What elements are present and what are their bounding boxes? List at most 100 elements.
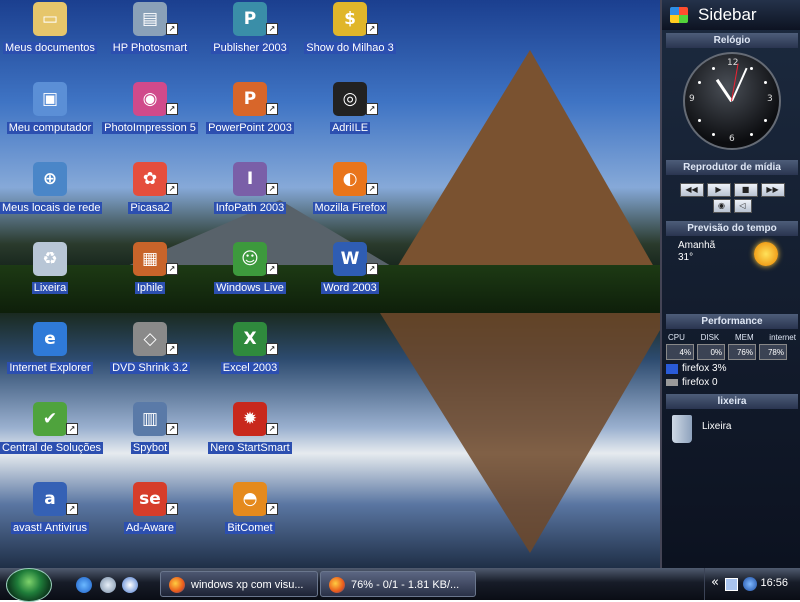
desktop-icon[interactable]: ▭ Meus documentos bbox=[0, 2, 100, 55]
desktop-icon[interactable]: ◇ ↗ DVD Shrink 3.2 bbox=[100, 322, 200, 375]
desktop-icon[interactable]: a ↗ avast! Antivirus bbox=[0, 482, 100, 535]
icon-glyph: ☺ bbox=[241, 249, 259, 269]
taskbar-button-download[interactable]: 76% - 0/1 - 1.81 KB/... bbox=[320, 571, 476, 597]
performance-meters[interactable]: 4% 0% 76% 78% bbox=[662, 344, 800, 360]
taskbar-clock[interactable]: 16:56 bbox=[760, 577, 788, 589]
clock-gadget-title: Relógio bbox=[666, 33, 798, 48]
shortcut-arrow-icon: ↗ bbox=[266, 343, 278, 355]
desktop-icon[interactable]: ▥ ↗ Spybot bbox=[100, 402, 200, 455]
bitcomet-icon: ◓ ↗ bbox=[233, 482, 278, 516]
desktop-icon[interactable]: se ↗ Ad-Aware bbox=[100, 482, 200, 535]
icon-glyph: ◉ bbox=[142, 89, 158, 109]
icon-glyph: ♻ bbox=[42, 249, 58, 269]
firefox-icon bbox=[329, 577, 345, 593]
desktop-icon[interactable]: ☺ ↗ Windows Live bbox=[200, 242, 300, 295]
taskbar-button-label: windows xp com visu... bbox=[191, 579, 304, 591]
icon-glyph: ◇ bbox=[143, 329, 157, 349]
process-row: firefox 0 bbox=[666, 377, 800, 388]
rewind-button[interactable]: ◀◀ bbox=[679, 183, 704, 197]
show-do-milhao-icon: $ ↗ bbox=[333, 2, 378, 36]
desktop-icon[interactable]: ✹ ↗ Nero StartSmart bbox=[200, 402, 300, 455]
desktop-icon-label: Mozilla Firefox bbox=[312, 202, 388, 214]
sun-icon bbox=[754, 242, 778, 266]
hp-photosmart-icon: ▤ ↗ bbox=[133, 2, 178, 36]
clock-tick bbox=[763, 81, 767, 84]
desktop-icon-label: PhotoImpression 5 bbox=[102, 122, 198, 134]
desktop-icon[interactable]: ▦ ↗ Iphile bbox=[100, 242, 200, 295]
desktop-icon[interactable]: W ↗ Word 2003 bbox=[300, 242, 400, 295]
desktop-icon[interactable]: ▣ Meu computador bbox=[0, 82, 100, 135]
system-tray: « 16:56 bbox=[704, 568, 800, 600]
infopath-icon: I ↗ bbox=[233, 162, 278, 196]
desktop-icon[interactable]: ◉ ↗ PhotoImpression 5 bbox=[100, 82, 200, 135]
powerpoint-icon: P ↗ bbox=[233, 82, 278, 116]
analog-clock[interactable]: 12 3 6 9 bbox=[683, 52, 781, 150]
icon-glyph: ⊕ bbox=[42, 169, 58, 189]
shortcut-arrow-icon: ↗ bbox=[366, 23, 378, 35]
icon-glyph: se bbox=[139, 489, 161, 509]
icon-glyph: ✔ bbox=[42, 409, 58, 429]
weather-gadget-title: Previsão do tempo bbox=[666, 221, 798, 236]
desktop-icon[interactable]: ▤ ↗ HP Photosmart bbox=[100, 2, 200, 55]
media-extra-controls: ◉ ◁ bbox=[662, 199, 800, 213]
recycle-gadget[interactable]: Lixeira bbox=[662, 409, 800, 453]
desktop-icon-label: avast! Antivirus bbox=[11, 522, 89, 534]
desktop-icon[interactable]: ⊕ Meus locais de rede bbox=[0, 162, 103, 215]
icon-glyph: e bbox=[44, 329, 56, 349]
desktop-icon-label: Nero StartSmart bbox=[208, 442, 292, 454]
weather-gadget[interactable]: Amanhã 31° bbox=[662, 236, 800, 298]
internet-explorer-icon[interactable] bbox=[76, 577, 92, 593]
desktop-icon[interactable]: ◎ ↗ AdriILE bbox=[300, 82, 400, 135]
show-desktop-icon[interactable] bbox=[100, 577, 116, 593]
ad-aware-icon: se ↗ bbox=[133, 482, 178, 516]
shortcut-arrow-icon: ↗ bbox=[266, 503, 278, 515]
sidebar-header[interactable]: Sidebar bbox=[662, 0, 800, 30]
performance-gadget-title: Performance bbox=[666, 314, 798, 329]
desktop-icon[interactable]: ◓ ↗ BitComet bbox=[200, 482, 300, 535]
desktop-icon[interactable]: ◐ ↗ Mozilla Firefox bbox=[300, 162, 400, 215]
volume-button[interactable]: ◁ bbox=[733, 199, 752, 213]
desktop-icon-label: Spybot bbox=[130, 442, 170, 454]
desktop-icon[interactable]: ♻ Lixeira bbox=[0, 242, 100, 295]
repeat-button[interactable]: ◉ bbox=[712, 199, 731, 213]
desktop-icon[interactable]: ✔ ↗ Central de Soluções bbox=[0, 402, 104, 455]
icon-glyph: ▥ bbox=[141, 409, 159, 429]
stop-button[interactable]: ■ bbox=[733, 183, 758, 197]
performance-labels: CPU DISK MEM internet bbox=[662, 333, 800, 342]
media-player-icon[interactable] bbox=[122, 577, 138, 593]
recycle-gadget-title: lixeira bbox=[666, 394, 798, 409]
tray-chevron-icon[interactable]: « bbox=[711, 575, 719, 590]
sidebar-title: Sidebar bbox=[698, 5, 757, 24]
desktop-icon[interactable]: I ↗ InfoPath 2003 bbox=[200, 162, 300, 215]
desktop-icon[interactable]: e Internet Explorer bbox=[0, 322, 100, 375]
spybot-icon: ▥ ↗ bbox=[133, 402, 178, 436]
network-tray-icon[interactable] bbox=[725, 578, 738, 591]
desktop-icon[interactable]: $ ↗ Show do Milhao 3 bbox=[300, 2, 400, 55]
play-button[interactable]: ▶ bbox=[706, 183, 731, 197]
shortcut-arrow-icon: ↗ bbox=[166, 23, 178, 35]
shortcut-arrow-icon: ↗ bbox=[166, 263, 178, 275]
taskbar-button-firefox[interactable]: windows xp com visu... bbox=[160, 571, 318, 597]
nero-icon: ✹ ↗ bbox=[233, 402, 278, 436]
globe-tray-icon[interactable] bbox=[743, 577, 757, 591]
windows-live-icon: ☺ ↗ bbox=[233, 242, 278, 276]
desktop-icon[interactable]: X ↗ Excel 2003 bbox=[200, 322, 300, 375]
forward-button[interactable]: ▶▶ bbox=[760, 183, 785, 197]
desktop-icon[interactable]: P ↗ PowerPoint 2003 bbox=[200, 82, 300, 135]
icon-glyph: ✹ bbox=[242, 409, 258, 429]
iphile-icon: ▦ ↗ bbox=[133, 242, 178, 276]
icon-glyph: ◎ bbox=[342, 89, 358, 109]
process-firefox-cpu: firefox 3% bbox=[682, 363, 727, 374]
clock-tick bbox=[698, 119, 702, 122]
network-icon: ⊕ bbox=[33, 162, 67, 196]
desktop-icon[interactable]: ✿ ↗ Picasa2 bbox=[100, 162, 200, 215]
cpu-label: CPU bbox=[668, 333, 685, 342]
start-button[interactable] bbox=[6, 568, 52, 602]
taskbar-button-label: 76% - 0/1 - 1.81 KB/... bbox=[351, 579, 460, 591]
shortcut-arrow-icon: ↗ bbox=[366, 263, 378, 275]
desktop-icon[interactable]: P ↗ Publisher 2003 bbox=[200, 2, 300, 55]
desktop-icon-label: Ad-Aware bbox=[123, 522, 177, 534]
mem-value: 76% bbox=[728, 344, 756, 360]
desktop-icon-label: PowerPoint 2003 bbox=[206, 122, 294, 134]
desktop-icon-label: Meus locais de rede bbox=[0, 202, 103, 214]
